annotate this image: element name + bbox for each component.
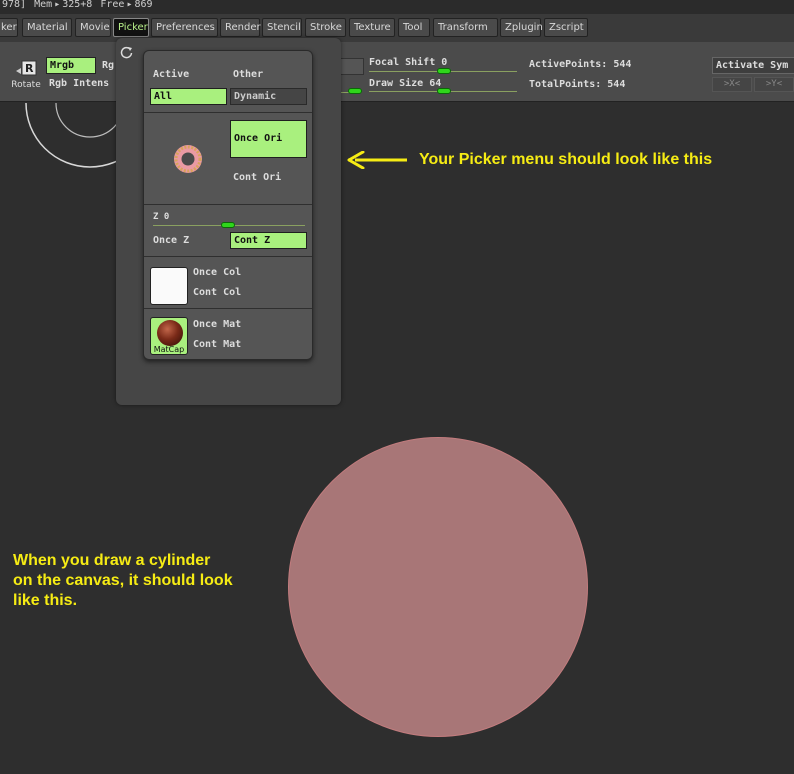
menu-item-stroke[interactable]: Stroke	[305, 18, 346, 37]
picker-section-color: Once Col Cont Col	[144, 257, 312, 309]
menu-item-texture[interactable]: Texture	[349, 18, 395, 37]
other-dynamic-button[interactable]: Dynamic	[230, 88, 307, 105]
once-ori-button[interactable]: Once Ori	[230, 120, 307, 158]
svg-text:R: R	[25, 62, 34, 75]
active-points-label: ActivePoints:	[529, 59, 608, 70]
menu-item-stencil[interactable]: Stencil	[262, 18, 302, 37]
menu-item-tool[interactable]: Tool	[398, 18, 430, 37]
z-label: Z	[153, 212, 159, 222]
active-all-button[interactable]: All	[150, 88, 227, 105]
once-mat-button[interactable]: Once Mat	[193, 319, 241, 330]
z-slider-label[interactable]: Z 0	[153, 212, 169, 222]
shelf-field[interactable]	[340, 58, 364, 75]
rotate-button[interactable]: R Rotate	[8, 60, 44, 92]
menu-item-render[interactable]: Render	[220, 18, 261, 37]
picker-annotation: Your Picker menu should look like this	[419, 151, 713, 168]
mem-value: 325+8	[62, 0, 93, 10]
draw-size-slider[interactable]: Draw Size 64	[369, 78, 441, 89]
rotate-icon: R	[16, 60, 37, 76]
z-value: 0	[163, 212, 170, 222]
menu-item-ker[interactable]: ker	[0, 18, 18, 37]
rgb-button[interactable]: Rg	[102, 60, 114, 71]
matcap-sphere-icon	[157, 320, 183, 346]
cont-z-button[interactable]: Cont Z	[230, 232, 307, 249]
active-points-value: 544	[613, 59, 632, 70]
menu-item-preferences[interactable]: Preferences	[151, 18, 218, 37]
focal-shift-slider[interactable]: Focal Shift 0	[369, 57, 447, 68]
active-header: Active	[153, 69, 190, 80]
picker-section-material: MatCap Once Mat Cont Mat	[144, 309, 312, 359]
free-value: 869	[134, 0, 153, 10]
gyro-icon	[25, 103, 120, 168]
focal-shift-thumb[interactable]	[437, 68, 451, 74]
once-col-button[interactable]: Once Col	[193, 267, 241, 278]
other-header: Other	[233, 69, 264, 80]
cont-mat-button[interactable]: Cont Mat	[193, 339, 241, 350]
x-axis-button[interactable]: >X<	[712, 77, 752, 92]
active-points-readout: ActivePoints: 544	[529, 59, 631, 70]
canvas-annotation-line1: When you draw a cylinder	[13, 552, 211, 569]
matcap-label: MatCap	[153, 345, 185, 354]
total-points-label: TotalPoints:	[529, 79, 602, 90]
free-arrow-icon: ▸	[126, 0, 133, 10]
free-label: Free	[100, 0, 125, 10]
picker-section-z: Z 0 Once Z Cont Z	[144, 205, 312, 257]
status-bar: 978] Mem ▸ 325+8 Free ▸ 869	[0, 0, 794, 14]
color-swatch[interactable]	[150, 267, 188, 305]
menu-item-zscript[interactable]: Zscript	[544, 18, 588, 37]
focal-shift-value: 0	[441, 57, 448, 68]
orientation-sphere-icon	[174, 145, 202, 173]
z-slider-thumb[interactable]	[221, 222, 235, 228]
draw-size-label: Draw Size	[369, 78, 424, 89]
rgb-intensity-thumb[interactable]	[348, 88, 362, 94]
mrgb-button[interactable]: Mrgb	[46, 57, 96, 74]
matcap-swatch[interactable]: MatCap	[150, 317, 188, 355]
draw-size-thumb[interactable]	[437, 88, 451, 94]
focal-shift-label: Focal Shift	[369, 57, 436, 68]
picker-menu: Active Other All Dynamic Once Ori Cont O…	[143, 50, 313, 360]
total-points-readout: TotalPoints: 544	[529, 79, 625, 90]
picker-section-active-other: Active Other All Dynamic	[144, 51, 312, 113]
y-axis-button[interactable]: >Y<	[754, 77, 794, 92]
menu-item-picker[interactable]: Picker	[113, 18, 149, 37]
rotate-label: Rotate	[11, 80, 41, 90]
status-left-value: 978]	[2, 0, 27, 10]
cylinder-disc	[288, 437, 588, 737]
menu-item-movie[interactable]: Movie	[75, 18, 111, 37]
annotation-arrow-icon	[347, 151, 407, 169]
canvas-annotation-line3: like this.	[13, 592, 78, 609]
picker-section-orientation: Once Ori Cont Ori	[144, 113, 312, 205]
total-points-value: 544	[607, 79, 626, 90]
canvas-annotation: When you draw a cylinder on the canvas, …	[13, 551, 293, 611]
mem-label: Mem	[34, 0, 53, 10]
once-z-button[interactable]: Once Z	[153, 235, 189, 246]
activate-symmetry-button[interactable]: Activate Sym	[712, 57, 794, 74]
cont-col-button[interactable]: Cont Col	[193, 287, 241, 298]
menu-item-material[interactable]: Material	[22, 18, 72, 37]
canvas-annotation-line2: on the canvas, it should look	[13, 572, 233, 589]
menu-item-zplugin[interactable]: Zplugin	[500, 18, 543, 37]
menu-item-transform[interactable]: Transform	[433, 18, 498, 37]
mem-arrow-icon: ▸	[54, 0, 61, 10]
cont-ori-button[interactable]: Cont Ori	[233, 172, 281, 183]
refresh-icon[interactable]	[120, 46, 134, 60]
rgb-intensity-label[interactable]: Rgb Intens	[49, 78, 109, 89]
